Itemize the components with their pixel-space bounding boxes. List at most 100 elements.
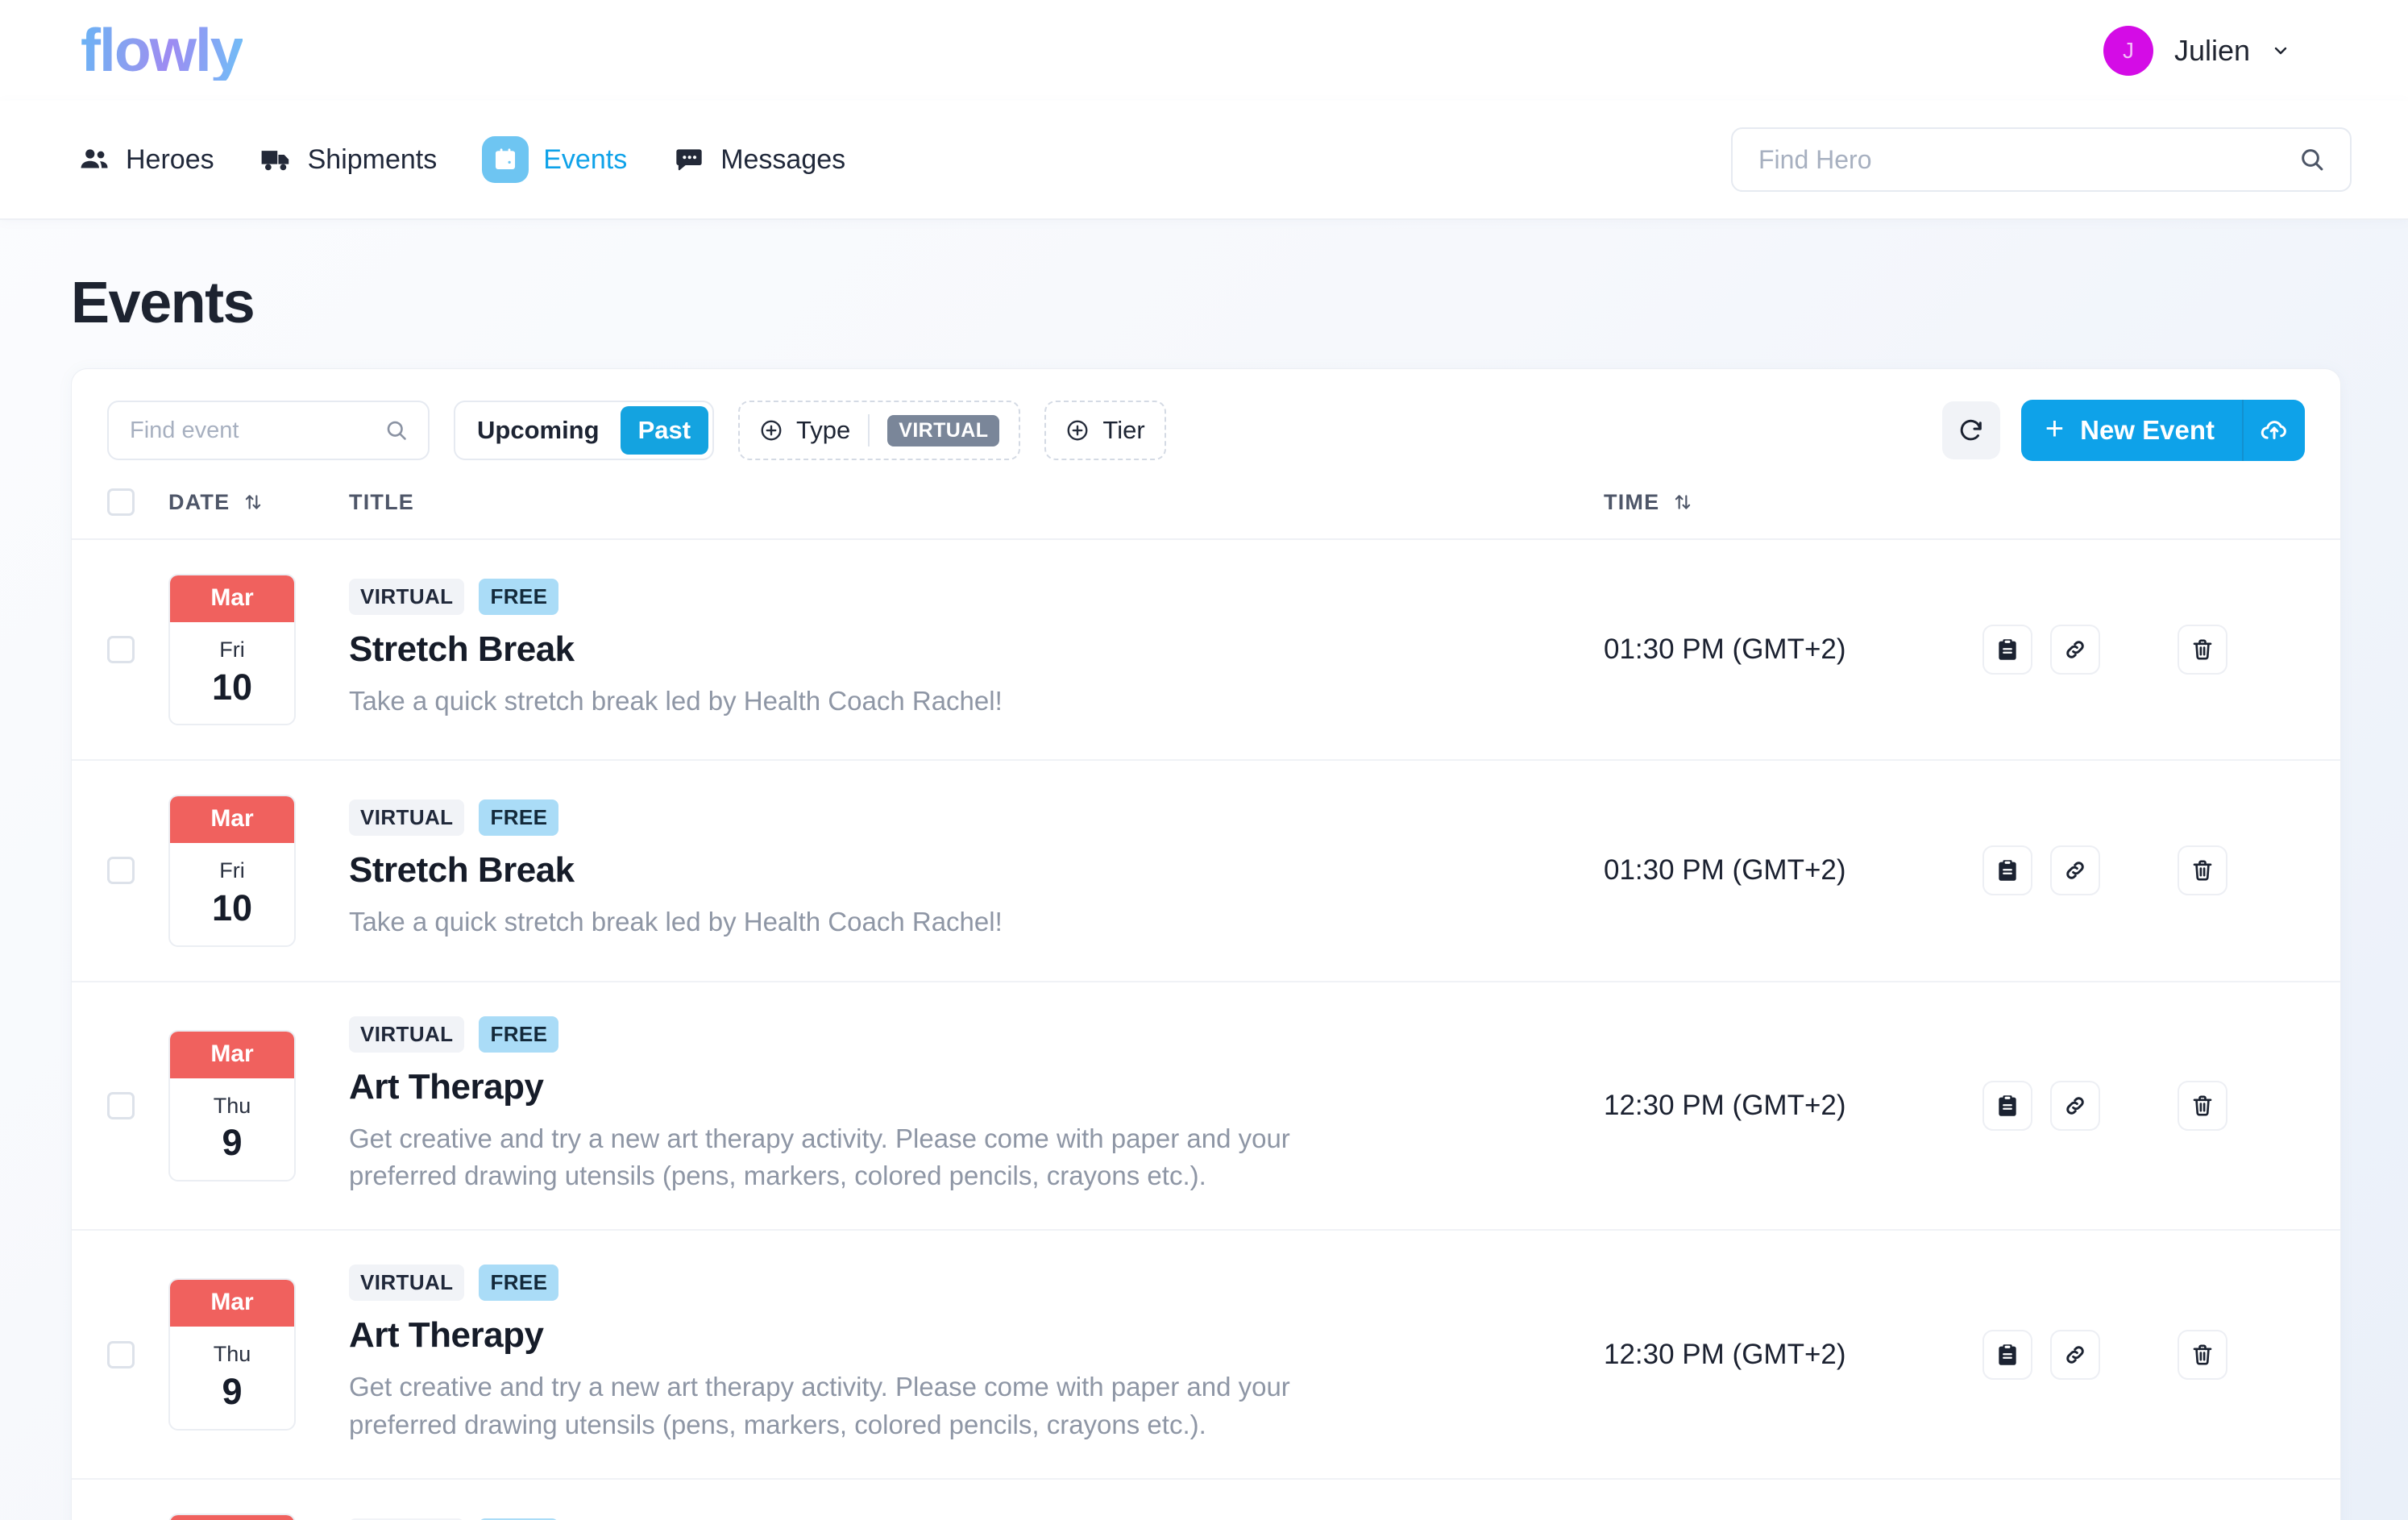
brand-logo[interactable]: flowly bbox=[81, 20, 244, 81]
row-select-cell bbox=[107, 1091, 168, 1119]
nav-item-heroes[interactable]: Heroes bbox=[77, 143, 214, 177]
row-checkbox[interactable] bbox=[107, 1091, 135, 1119]
row-actions bbox=[1982, 625, 2305, 675]
row-checkbox[interactable] bbox=[107, 1340, 135, 1368]
copy-details-button[interactable] bbox=[1982, 1329, 2032, 1380]
nav-item-messages[interactable]: Messages bbox=[672, 143, 845, 177]
date-card: Mar Fri 10 bbox=[168, 795, 296, 947]
select-all-checkbox[interactable] bbox=[107, 488, 135, 516]
search-icon[interactable] bbox=[384, 418, 409, 442]
delete-button[interactable] bbox=[2178, 1080, 2227, 1131]
event-title[interactable]: Stretch Break bbox=[349, 629, 1604, 670]
date-weekday: Thu bbox=[213, 1342, 251, 1367]
event-title[interactable]: Stretch Break bbox=[349, 850, 1604, 891]
date-day: 9 bbox=[222, 1370, 243, 1412]
row-time-cell: 12:30 PM (GMT+2) bbox=[1604, 1090, 1982, 1122]
table-row[interactable]: Mar Fri 10 VIRTUAL FREE Stretch Break Ta… bbox=[72, 540, 2340, 762]
event-title[interactable]: Art Therapy bbox=[349, 1067, 1604, 1107]
date-weekday: Fri bbox=[219, 637, 245, 662]
refresh-icon bbox=[1958, 417, 1985, 444]
filter-type[interactable]: Type VIRTUAL bbox=[738, 401, 1021, 460]
date-body: Thu 9 bbox=[170, 1078, 294, 1180]
date-card: Mar Fri 10 bbox=[168, 574, 296, 726]
segment-upcoming[interactable]: Upcoming bbox=[459, 406, 617, 455]
copy-link-button[interactable] bbox=[2050, 845, 2100, 896]
date-day: 10 bbox=[211, 666, 253, 708]
delete-button[interactable] bbox=[2178, 625, 2227, 675]
badge-free: FREE bbox=[479, 579, 559, 616]
event-description: Get creative and try a new art therapy a… bbox=[349, 1372, 1290, 1440]
badge-virtual: VIRTUAL bbox=[349, 799, 465, 837]
badge-virtual: VIRTUAL bbox=[349, 579, 465, 616]
new-event-button[interactable]: + New Event bbox=[2020, 400, 2305, 461]
segment-past[interactable]: Past bbox=[620, 406, 709, 455]
event-search-input[interactable] bbox=[130, 417, 347, 444]
cloud-upload-icon bbox=[2259, 415, 2290, 446]
chevron-down-icon[interactable] bbox=[2271, 41, 2290, 60]
truck-icon bbox=[259, 143, 293, 177]
row-date-cell: Mar Fri 10 bbox=[168, 795, 349, 947]
refresh-button[interactable] bbox=[1941, 401, 2000, 459]
event-description: Take a quick stretch break led by Health… bbox=[349, 907, 1003, 937]
plus-icon: + bbox=[2045, 411, 2065, 446]
badge-free: FREE bbox=[479, 1015, 559, 1053]
new-event-label: New Event bbox=[2080, 415, 2215, 445]
hero-search-input[interactable] bbox=[1758, 144, 2298, 175]
sort-date-icon[interactable] bbox=[243, 492, 264, 513]
sort-time-icon[interactable] bbox=[1672, 492, 1693, 513]
events-toolbar: Upcoming Past Type VIRTUAL bbox=[72, 369, 2340, 488]
main-nav: Heroes Shipments Events Messages bbox=[0, 101, 2408, 220]
nav-label-events: Events bbox=[543, 143, 628, 175]
toolbar-left: Upcoming Past Type VIRTUAL bbox=[107, 401, 1166, 460]
date-card: Mar Thu 9 bbox=[168, 1278, 296, 1431]
nav-label-shipments: Shipments bbox=[307, 143, 438, 175]
header-date: DATE bbox=[168, 490, 349, 515]
event-description: Get creative and try a new art therapy a… bbox=[349, 1123, 1290, 1191]
event-search[interactable] bbox=[107, 401, 430, 460]
row-title-cell: VIRTUAL FREE Stretch Break Take a quick … bbox=[349, 579, 1604, 721]
row-checkbox[interactable] bbox=[107, 857, 135, 885]
nav-item-shipments[interactable]: Shipments bbox=[259, 143, 438, 177]
table-row[interactable]: Mar Thu 9 VIRTUAL FREE Art Therapy Get c… bbox=[72, 1231, 2340, 1480]
copy-link-button[interactable] bbox=[2050, 1329, 2100, 1380]
badge-virtual: VIRTUAL bbox=[349, 1015, 465, 1053]
upload-event-button[interactable] bbox=[2242, 400, 2305, 461]
badge-virtual: VIRTUAL bbox=[349, 1265, 465, 1302]
badge-free: FREE bbox=[479, 1265, 559, 1302]
header-date-label: DATE bbox=[168, 489, 230, 514]
header-title: TITLE bbox=[349, 490, 1604, 515]
nav-items: Heroes Shipments Events Messages bbox=[77, 136, 845, 183]
event-title[interactable]: Art Therapy bbox=[349, 1315, 1604, 1356]
copy-details-button[interactable] bbox=[1982, 1080, 2032, 1131]
copy-link-button[interactable] bbox=[2050, 625, 2100, 675]
row-actions bbox=[1982, 1080, 2305, 1131]
copy-link-button[interactable] bbox=[2050, 1080, 2100, 1131]
date-body: Thu 9 bbox=[170, 1327, 294, 1428]
nav-item-events[interactable]: Events bbox=[482, 136, 627, 183]
delete-button[interactable] bbox=[2178, 1329, 2227, 1380]
delete-button[interactable] bbox=[2178, 845, 2227, 896]
filter-type-label: Type bbox=[796, 416, 851, 444]
app-root: flowly J Julien Heroes Shipments Events … bbox=[0, 0, 2408, 1520]
new-event-main[interactable]: + New Event bbox=[2021, 400, 2242, 461]
filter-tier[interactable]: Tier bbox=[1044, 401, 1166, 460]
copy-details-button[interactable] bbox=[1982, 625, 2032, 675]
search-icon[interactable] bbox=[2298, 146, 2326, 173]
row-title-cell: VIRTUAL FREE Stretch Break Take a quick … bbox=[349, 799, 1604, 941]
filter-tier-label: Tier bbox=[1102, 416, 1145, 444]
table-row[interactable]: Mar Wed 8 VIRTUAL FREE This is a test up… bbox=[72, 1480, 2340, 1520]
table-row[interactable]: Mar Fri 10 VIRTUAL FREE Stretch Break Ta… bbox=[72, 761, 2340, 982]
page-content: Events Upcoming Past bbox=[0, 220, 2408, 1520]
hero-search[interactable] bbox=[1731, 127, 2352, 192]
nav-label-messages: Messages bbox=[720, 143, 846, 175]
page-title: Events bbox=[71, 271, 255, 335]
copy-details-button[interactable] bbox=[1982, 845, 2032, 896]
table-row[interactable]: Mar Thu 9 VIRTUAL FREE Art Therapy Get c… bbox=[72, 982, 2340, 1231]
header-time-label: TIME bbox=[1604, 489, 1660, 514]
plus-circle-icon bbox=[759, 418, 783, 442]
events-card: Upcoming Past Type VIRTUAL bbox=[71, 368, 2341, 1520]
table-header: DATE TITLE TIME bbox=[72, 488, 2340, 540]
row-checkbox[interactable] bbox=[107, 636, 135, 664]
filter-type-value[interactable]: VIRTUAL bbox=[887, 414, 1000, 446]
account-menu[interactable]: J Julien bbox=[2103, 25, 2352, 76]
